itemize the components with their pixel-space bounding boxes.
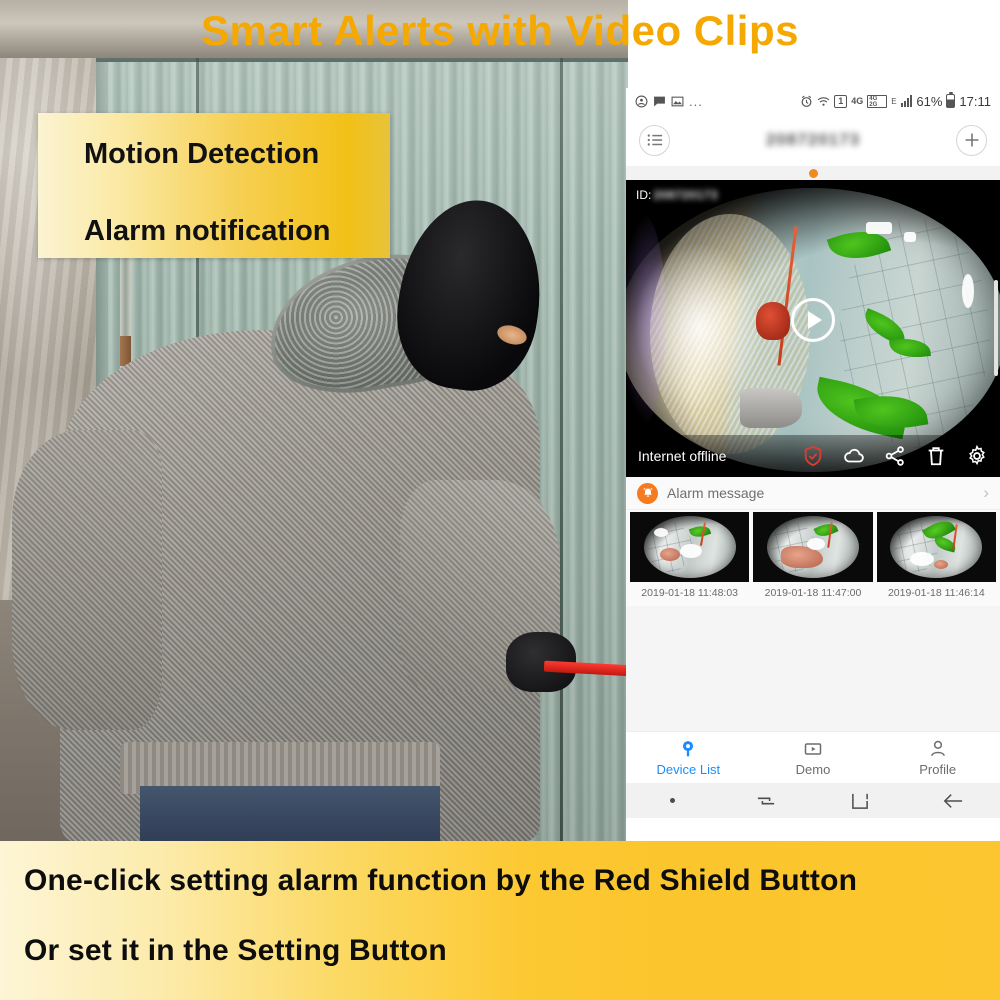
trash-icon[interactable] — [925, 445, 947, 467]
nav-back-icon[interactable] — [907, 793, 1000, 809]
fisheye-highlight — [866, 222, 892, 234]
share-icon[interactable] — [884, 445, 906, 467]
fisheye-thumb-image — [890, 515, 983, 578]
network-box-bottom: 2G — [869, 101, 878, 108]
fisheye-light-glow — [634, 242, 764, 412]
device-list-empty-area — [626, 606, 1000, 731]
tab-profile[interactable]: Profile — [875, 732, 1000, 783]
chevron-right-icon[interactable]: › — [983, 483, 989, 503]
alarm-message-title: Alarm message — [667, 485, 765, 501]
nav-home-glyph — [851, 793, 868, 809]
account-icon — [635, 95, 648, 107]
alarm-bell-icon — [637, 482, 658, 504]
network-dual-box-icon: 4G 2G — [867, 94, 888, 108]
nav-dot[interactable] — [626, 798, 720, 803]
video-play-box-icon — [804, 742, 822, 755]
plus-icon[interactable] — [956, 124, 987, 156]
bottom-caption-band: One-click setting alarm function by the … — [0, 841, 1000, 1000]
shield-check-icon[interactable] — [802, 445, 824, 467]
video-scrollbar[interactable] — [994, 280, 998, 376]
network-edge-label: E — [891, 96, 897, 106]
video-control-bar: Internet offline — [626, 435, 1000, 477]
nav-recents-icon[interactable] — [720, 794, 814, 808]
alarm-clip-item[interactable]: 2019-01-18 11:47:00 — [753, 512, 873, 606]
status-overflow-dots: ... — [689, 93, 703, 109]
cloud-icon[interactable] — [843, 445, 865, 467]
alarm-clip-item[interactable]: 2019-01-18 11:46:14 — [876, 512, 996, 606]
alarm-clip-item[interactable]: 2019-01-18 11:48:03 — [630, 512, 750, 606]
message-icon — [654, 96, 665, 106]
camera-device-icon — [683, 740, 694, 756]
android-status-bar: ... 1 4G 4G 2G E 61% 17:11 — [626, 88, 1000, 114]
wifi-icon — [818, 96, 830, 106]
nav-home-icon[interactable] — [813, 793, 907, 809]
caption-line-one-click: One-click setting alarm function by the … — [24, 864, 858, 897]
sim-slot-indicator: 1 — [834, 94, 848, 108]
battery-icon — [946, 91, 956, 108]
play-icon[interactable] — [791, 297, 835, 342]
list-menu-glyph — [647, 134, 662, 146]
alarm-clip-timestamp: 2019-01-18 11:46:14 — [876, 582, 996, 606]
fisheye-highlight — [904, 232, 916, 242]
bottom-tab-bar: Device List Demo Profile — [626, 731, 1000, 783]
page-title: Smart Alerts with Video Clips — [201, 7, 799, 54]
nav-recents-glyph — [758, 797, 775, 804]
signal-bars-icon — [900, 95, 913, 107]
fisheye-highlight — [962, 274, 974, 308]
alarm-bell-glyph — [642, 487, 653, 497]
intruder-jeans — [140, 786, 440, 843]
alarm-clock-icon — [801, 95, 812, 107]
plus-glyph — [965, 133, 978, 147]
intruder-arm-left — [12, 430, 162, 730]
alarm-clip-thumbnail[interactable] — [630, 512, 750, 582]
play-triangle-glyph — [808, 310, 822, 329]
fisheye-thumb-image — [766, 516, 859, 578]
tab-label-demo: Demo — [795, 761, 831, 777]
callout-line-alarm-notification: Alarm notification — [84, 215, 331, 247]
video-id-overlay: ID: 208720173 — [636, 188, 718, 202]
video-id-value: 208720173 — [653, 188, 718, 202]
promo-image-root: Smart Alerts with Video Clips Motion Det… — [0, 0, 1000, 1000]
fisheye-red-object — [756, 302, 790, 340]
camera-video-preview[interactable]: ID: 208720173 Internet offline — [626, 180, 1000, 477]
page-indicator — [626, 166, 1000, 180]
network-4g-label: 4G — [851, 96, 864, 106]
gear-icon[interactable] — [966, 445, 988, 467]
tab-label-device-list: Device List — [656, 761, 721, 777]
fisheye-thumb-image — [643, 516, 736, 578]
android-nav-bar — [626, 783, 1000, 818]
alarm-clip-thumbnails: 2019-01-18 11:48:03 2019-01-18 11:47:00 — [626, 510, 1000, 606]
alarm-clip-timestamp: 2019-01-18 11:47:00 — [753, 582, 873, 606]
nav-back-glyph — [943, 793, 963, 808]
feature-callout-box: Motion Detection Alarm notification — [38, 113, 390, 258]
battery-percent-label: 61% — [916, 93, 943, 109]
alarm-message-header[interactable]: Alarm message › — [626, 477, 1000, 510]
alarm-clip-thumbnail[interactable] — [753, 512, 873, 582]
alarm-clip-timestamp: 2019-01-18 11:48:03 — [630, 582, 750, 606]
tab-label-profile: Profile — [919, 761, 957, 777]
list-menu-icon[interactable] — [639, 124, 670, 156]
callout-line-motion-detection: Motion Detection — [84, 138, 320, 170]
video-id-label: ID: — [636, 188, 652, 202]
fisheye-vase-object — [740, 388, 802, 428]
page-dot-active[interactable] — [808, 168, 818, 178]
connection-status-text: Internet offline — [638, 448, 727, 464]
tab-demo[interactable]: Demo — [751, 732, 876, 783]
header-device-id: 208720173 — [765, 130, 861, 149]
tab-device-list[interactable]: Device List — [626, 732, 751, 783]
photo-icon — [671, 96, 684, 106]
app-header: 208720173 — [626, 114, 1000, 166]
person-icon — [930, 740, 945, 756]
alarm-clip-thumbnail[interactable] — [876, 512, 996, 582]
phone-screenshot: ... 1 4G 4G 2G E 61% 17:11 208720173 ID:… — [626, 88, 1000, 841]
status-clock: 17:11 — [959, 93, 991, 109]
caption-line-setting-button: Or set it in the Setting Button — [24, 934, 447, 967]
